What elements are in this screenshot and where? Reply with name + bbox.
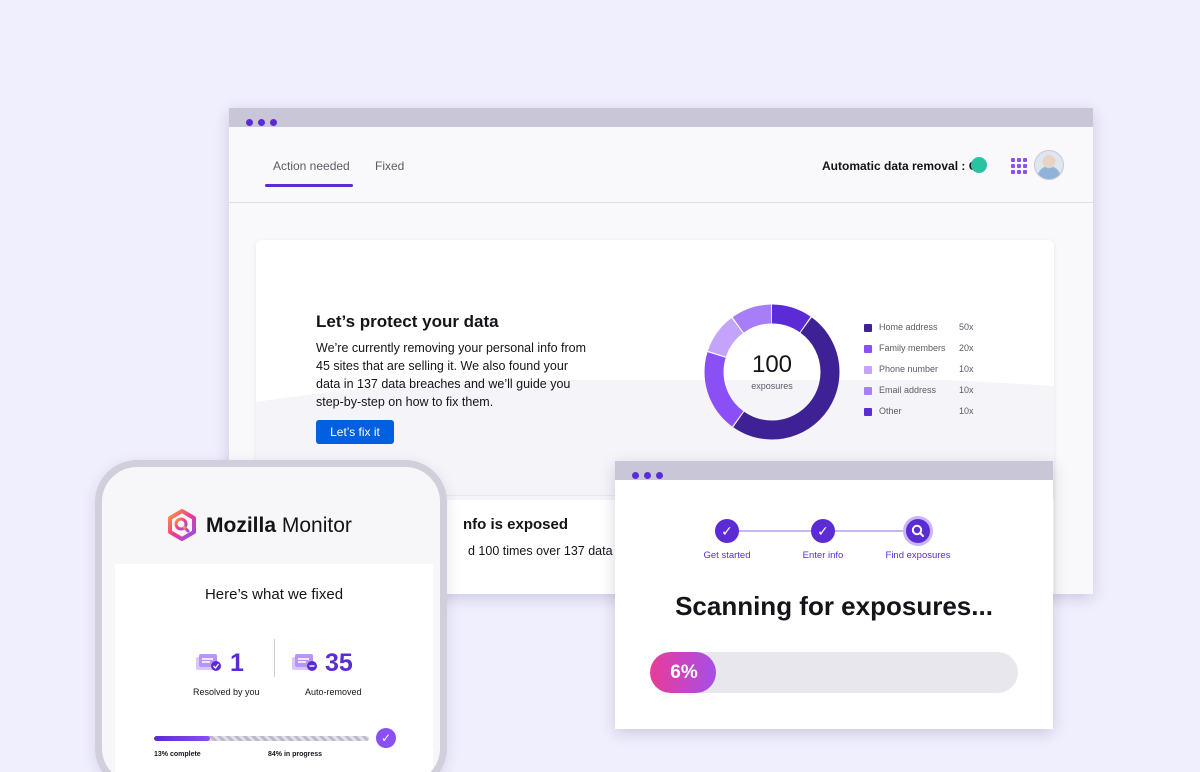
legend-swatch xyxy=(864,408,872,416)
legend-swatch xyxy=(864,324,872,332)
check-icon: ✓ xyxy=(376,728,396,748)
auto-removed-count: 35 xyxy=(325,649,353,677)
legend-swatch xyxy=(864,387,872,395)
removal-progress-bar xyxy=(154,736,369,741)
tab-fixed[interactable]: Fixed xyxy=(375,159,404,173)
active-tab-indicator xyxy=(265,184,353,187)
scan-progress-percent: 6% xyxy=(670,662,698,683)
search-icon xyxy=(911,524,924,537)
exposed-section-title: nfo is exposed xyxy=(463,516,569,533)
legend-item: Other 10x xyxy=(864,406,984,427)
resolved-count: 1 xyxy=(230,649,244,677)
window-dot-icon xyxy=(632,472,639,479)
exposures-total-label: exposures xyxy=(751,381,793,391)
lets-fix-it-button[interactable]: Let’s fix it xyxy=(316,420,394,444)
step-label-find-exposures: Find exposures xyxy=(885,550,951,561)
legend-item: Home address 50x xyxy=(864,322,984,343)
auto-removed-document-icon xyxy=(292,654,317,671)
exposures-total: 100 xyxy=(751,351,793,378)
brand-name: Mozilla Monitor xyxy=(206,514,352,538)
exposures-legend: Home address 50x Family members 20x Phon… xyxy=(864,322,984,427)
status-on-icon xyxy=(971,157,987,173)
phone-mockup: Mozilla Monitor Here’s what we fixed 1 R… xyxy=(95,460,447,772)
step-connector xyxy=(727,530,823,532)
avatar[interactable] xyxy=(1034,150,1064,180)
legend-item: Email address 10x xyxy=(864,385,984,406)
card-description: We’re currently removing your personal i… xyxy=(316,341,587,409)
legend-count: 10x xyxy=(959,406,974,416)
window-titlebar xyxy=(229,108,1093,127)
step-enter-info-check-icon: ✓ xyxy=(811,519,835,543)
card-title: Let’s protect your data xyxy=(316,312,499,331)
step-connector xyxy=(823,530,919,532)
window-dot-icon xyxy=(258,119,265,126)
legend-label: Other xyxy=(879,406,902,416)
auto-removal-status: Automatic data removal : On xyxy=(822,159,986,173)
tab-action-needed[interactable]: Action needed xyxy=(273,159,350,173)
progress-complete-label: 13% complete xyxy=(154,751,201,758)
step-label-get-started: Get started xyxy=(703,550,751,561)
window-dot-icon xyxy=(644,472,651,479)
app-header: Action needed Fixed Automatic data remov… xyxy=(229,127,1093,203)
legend-count: 10x xyxy=(959,364,974,374)
window-dot-icon xyxy=(656,472,663,479)
legend-label: Email address xyxy=(879,385,937,395)
legend-label: Phone number xyxy=(879,364,939,374)
window-dot-icon xyxy=(246,119,253,126)
legend-swatch xyxy=(864,366,872,374)
step-find-exposures-search-icon xyxy=(906,519,930,543)
legend-item: Family members 20x xyxy=(864,343,984,364)
step-get-started-check-icon: ✓ xyxy=(715,519,739,543)
fixed-summary-panel: Here’s what we fixed 1 Resolved by you 3… xyxy=(115,564,433,772)
resolved-label: Resolved by you xyxy=(193,687,260,697)
legend-count: 10x xyxy=(959,385,974,395)
resolved-document-icon xyxy=(196,654,221,671)
window-dot-icon xyxy=(270,119,277,126)
scan-window: ✓ ✓ Get started Enter info Find exposure… xyxy=(615,461,1053,729)
stat-divider xyxy=(274,639,275,677)
legend-label: Home address xyxy=(879,322,938,332)
progress-in-progress-label: 84% in progress xyxy=(268,751,323,758)
legend-swatch xyxy=(864,345,872,353)
brand-name-regular: Monitor xyxy=(276,514,352,537)
legend-label: Family members xyxy=(879,343,946,353)
apps-grid-icon[interactable] xyxy=(1011,158,1027,174)
auto-removed-label: Auto-removed xyxy=(305,687,362,697)
removal-progress-fill xyxy=(154,736,210,741)
exposed-section-text: d 100 times over 137 data bre xyxy=(468,544,635,558)
window-titlebar xyxy=(615,461,1053,480)
legend-count: 50x xyxy=(959,322,974,332)
step-label-enter-info: Enter info xyxy=(802,550,844,561)
fixed-title: Here’s what we fixed xyxy=(204,586,344,603)
legend-item: Phone number 10x xyxy=(864,364,984,385)
legend-count: 20x xyxy=(959,343,974,353)
brand-name-bold: Mozilla xyxy=(206,514,277,537)
mozilla-monitor-logo-icon xyxy=(168,509,196,541)
scan-title: Scanning for exposures... xyxy=(675,591,993,621)
